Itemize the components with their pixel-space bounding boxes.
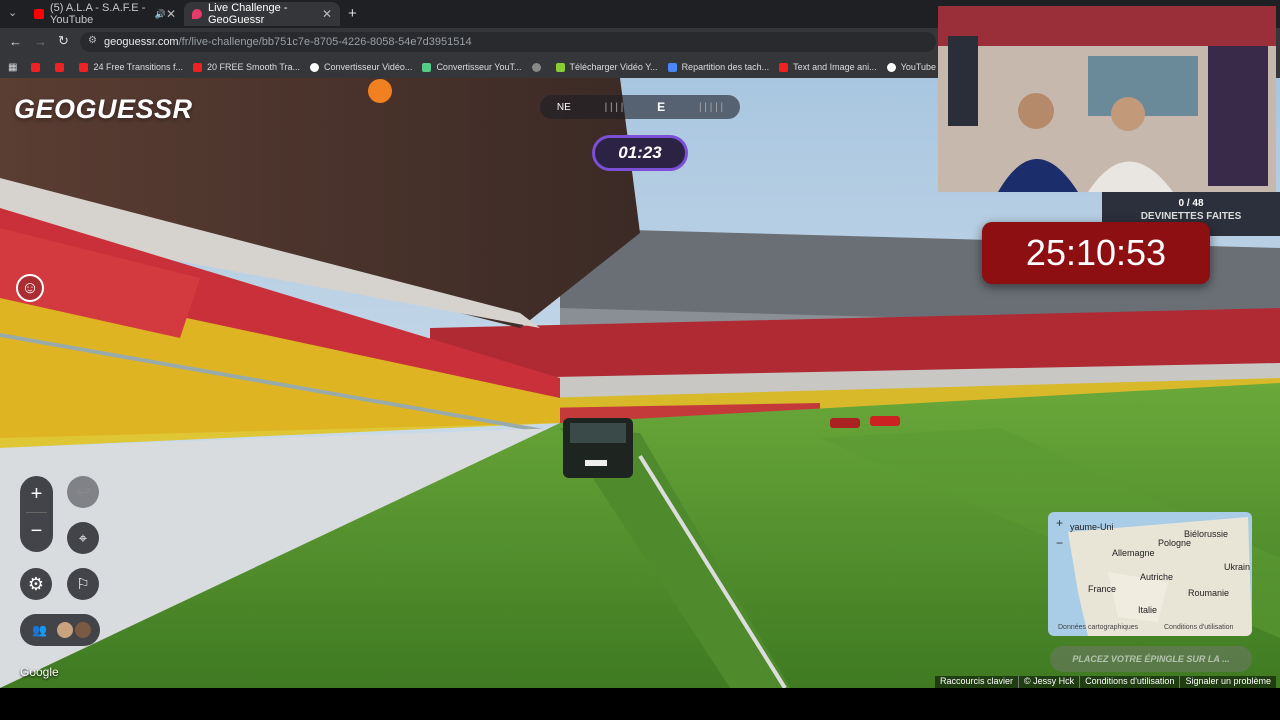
download-icon bbox=[555, 62, 565, 72]
geoguessr-logo[interactable]: GEOGUESSR bbox=[14, 94, 193, 125]
geoguessr-favicon-icon bbox=[192, 9, 202, 19]
google-watermark: Google bbox=[20, 665, 59, 679]
bookmark-label: 20 FREE Smooth Tra... bbox=[207, 62, 301, 72]
bookmark-label: Text and Image ani... bbox=[793, 62, 877, 72]
bookmark-item[interactable]: Repartition des tach... bbox=[667, 62, 770, 72]
undo-move-button[interactable]: ↩ bbox=[67, 476, 99, 508]
guess-minimap[interactable]: yaume-Uni Biélorussie Pologne Allemagne … bbox=[1048, 512, 1252, 636]
round-timer: 01:23 bbox=[592, 135, 688, 171]
forward-arrow-icon[interactable]: → bbox=[34, 34, 47, 49]
map-label: Ukrain bbox=[1224, 562, 1251, 572]
bookmark-youtube-2[interactable] bbox=[55, 62, 69, 72]
globe-icon bbox=[531, 62, 541, 72]
emoji-reaction-button[interactable]: ☺ bbox=[16, 274, 44, 302]
tab-geoguessr[interactable]: Live Challenge - GeoGuessr ✕ bbox=[184, 2, 340, 26]
converter-icon bbox=[422, 62, 432, 72]
url-field[interactable]: ⚙ geoguessr.com/fr/live-challenge/bb751c… bbox=[80, 32, 936, 52]
bookmark-label: Télécharger Vidéo Y... bbox=[569, 62, 658, 72]
players-button[interactable]: 👥 bbox=[20, 614, 100, 646]
youtube-icon bbox=[31, 62, 41, 72]
map-label: Roumanie bbox=[1188, 588, 1230, 598]
place-pin-button[interactable]: PLACEZ VOTRE ÉPINGLE SUR LA ... bbox=[1050, 646, 1252, 672]
compass-ne: NE bbox=[556, 101, 571, 113]
compass-bar: NE | | | | E | | | | | bbox=[540, 95, 740, 119]
youtube-icon bbox=[55, 62, 65, 72]
close-tab-icon[interactable]: ✕ bbox=[166, 7, 176, 21]
letterbox-bar bbox=[0, 688, 1280, 720]
map-label: Autriche bbox=[1140, 572, 1174, 582]
youtube-favicon-icon bbox=[34, 9, 44, 19]
map-label: France bbox=[1088, 584, 1117, 594]
bookmark-item[interactable]: 24 Free Transitions f... bbox=[79, 62, 183, 72]
google-icon bbox=[310, 62, 320, 72]
avatar bbox=[74, 622, 91, 638]
people-icon: 👥 bbox=[32, 623, 47, 637]
map-attribution[interactable]: Données cartographiques bbox=[1058, 624, 1138, 631]
back-arrow-icon[interactable]: ← bbox=[9, 34, 22, 49]
close-tab-icon[interactable]: ✕ bbox=[322, 7, 332, 21]
speaker-icon: 🔊 bbox=[154, 8, 166, 19]
map-zoom-out-button[interactable]: − bbox=[1056, 536, 1063, 550]
map-label: Allemagne bbox=[1112, 548, 1155, 558]
bookmark-globe[interactable] bbox=[531, 62, 546, 72]
bookmark-label: Convertisseur Vidéo... bbox=[324, 62, 413, 72]
url-path: /fr/live-challenge/bb751c7e-8705-4226-80… bbox=[178, 36, 472, 48]
avatar bbox=[56, 622, 73, 638]
tab-youtube[interactable]: (5) A.L.A - S.A.F.E - YouTube 🔊 ✕ bbox=[26, 2, 184, 26]
globe-icon bbox=[886, 62, 896, 72]
youtube-icon bbox=[779, 62, 789, 72]
zoom-controls: + − bbox=[20, 476, 53, 552]
youtube-icon bbox=[79, 62, 89, 72]
bookmark-label: Convertisseur YouT... bbox=[436, 62, 522, 72]
bookmark-item[interactable]: Télécharger Vidéo Y... bbox=[555, 62, 658, 72]
stream-timer: 25:10:53 bbox=[982, 222, 1210, 284]
apps-grid-icon[interactable]: ▦ bbox=[8, 62, 17, 73]
reload-icon[interactable]: ↻ bbox=[58, 33, 69, 49]
zoom-in-button[interactable]: + bbox=[20, 476, 53, 512]
youtube-icon bbox=[193, 62, 202, 72]
site-info-icon[interactable]: ⚙ bbox=[88, 35, 97, 46]
return-to-start-pin-icon[interactable]: ⌖ bbox=[67, 522, 99, 554]
new-tab-button[interactable]: + bbox=[348, 5, 357, 22]
guesses-count: 0 / 48 bbox=[1178, 198, 1204, 209]
compass-e: E bbox=[657, 100, 666, 114]
map-zoom-in-button[interactable]: + bbox=[1056, 516, 1063, 530]
webcam-overlay bbox=[938, 6, 1276, 192]
compass-ticks: | | | | | bbox=[698, 101, 724, 113]
map-label: Pologne bbox=[1158, 538, 1192, 548]
bookmark-item[interactable]: 20 FREE Smooth Tra... bbox=[193, 62, 300, 72]
map-label: Italie bbox=[1138, 605, 1158, 615]
zoom-out-button[interactable]: − bbox=[20, 513, 53, 549]
docs-icon bbox=[667, 62, 677, 72]
tab-label: (5) A.L.A - S.A.F.E - YouTube bbox=[50, 2, 146, 26]
guesses-label: DEVINETTES FAITES bbox=[1140, 211, 1242, 222]
bookmark-item[interactable]: Convertisseur YouT... bbox=[422, 62, 522, 72]
webcam-image bbox=[938, 6, 1276, 192]
bookmark-label: Repartition des tach... bbox=[681, 62, 770, 72]
bookmark-item[interactable]: Convertisseur Vidéo... bbox=[310, 62, 412, 72]
tab-list-chevron-icon[interactable]: ⌄ bbox=[8, 6, 17, 19]
bookmark-youtube-1[interactable] bbox=[31, 62, 45, 72]
bookmark-item[interactable]: Text and Image ani... bbox=[779, 62, 877, 72]
url-domain: geoguessr.com bbox=[104, 36, 179, 48]
flag-checkpoint-icon[interactable]: ⚐ bbox=[67, 568, 99, 600]
bookmark-label: 24 Free Transitions f... bbox=[93, 62, 183, 72]
map-terms-link[interactable]: Conditions d'utilisation bbox=[1164, 624, 1233, 631]
tab-label: Live Challenge - GeoGuessr bbox=[208, 2, 288, 26]
compass-ticks: | | | | bbox=[604, 101, 624, 113]
map-label: yaume-Uni bbox=[1070, 522, 1114, 532]
settings-gear-icon[interactable]: ⚙ bbox=[20, 568, 52, 600]
